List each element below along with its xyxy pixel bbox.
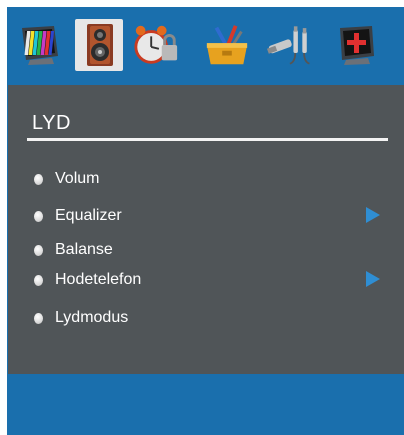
source-connector-icon — [266, 26, 310, 65]
menu-item-lydmodus[interactable]: Lydmodus — [28, 307, 388, 329]
bullet-icon — [34, 210, 43, 222]
menu-item-hodetelefon[interactable]: Hodetelefon — [28, 269, 388, 291]
clock-lock-icon — [134, 25, 178, 64]
tab-sound[interactable] — [75, 19, 123, 71]
tab-picture[interactable] — [17, 19, 65, 71]
menu-icon-bar — [7, 7, 404, 79]
sound-menu-panel: LYD Volum Equalizer Balanse Hodetelefon … — [8, 85, 404, 374]
bullet-icon — [34, 244, 43, 256]
menu-item-label: Lydmodus — [55, 309, 129, 326]
menu-item-equalizer[interactable]: Equalizer — [28, 205, 388, 227]
channel-install-icon — [340, 26, 374, 65]
menu-item-label: Equalizer — [55, 207, 122, 224]
menu-item-label: Balanse — [55, 241, 113, 258]
title-divider — [27, 138, 388, 141]
menu-item-volum[interactable]: Volum — [28, 168, 388, 190]
menu-item-label: Hodetelefon — [55, 271, 142, 288]
picture-tv-icon — [22, 26, 58, 65]
bullet-icon — [34, 312, 43, 324]
tab-timer-lock[interactable] — [132, 19, 180, 71]
settings-toolbox-icon — [206, 25, 248, 65]
submenu-arrow-icon[interactable] — [366, 207, 380, 223]
submenu-arrow-icon[interactable] — [366, 271, 380, 287]
menu-title: LYD — [32, 112, 71, 134]
tv-menu-frame: LYD Volum Equalizer Balanse Hodetelefon … — [7, 7, 404, 435]
tab-install[interactable] — [333, 19, 381, 71]
info-bar — [7, 376, 404, 435]
menu-item-label: Volum — [55, 170, 100, 187]
tab-source[interactable] — [265, 19, 313, 71]
menu-item-balanse[interactable]: Balanse — [28, 239, 388, 261]
bullet-icon — [34, 274, 43, 286]
tab-settings[interactable] — [203, 19, 251, 71]
sound-speaker-icon — [87, 24, 113, 66]
bullet-icon — [34, 173, 43, 185]
